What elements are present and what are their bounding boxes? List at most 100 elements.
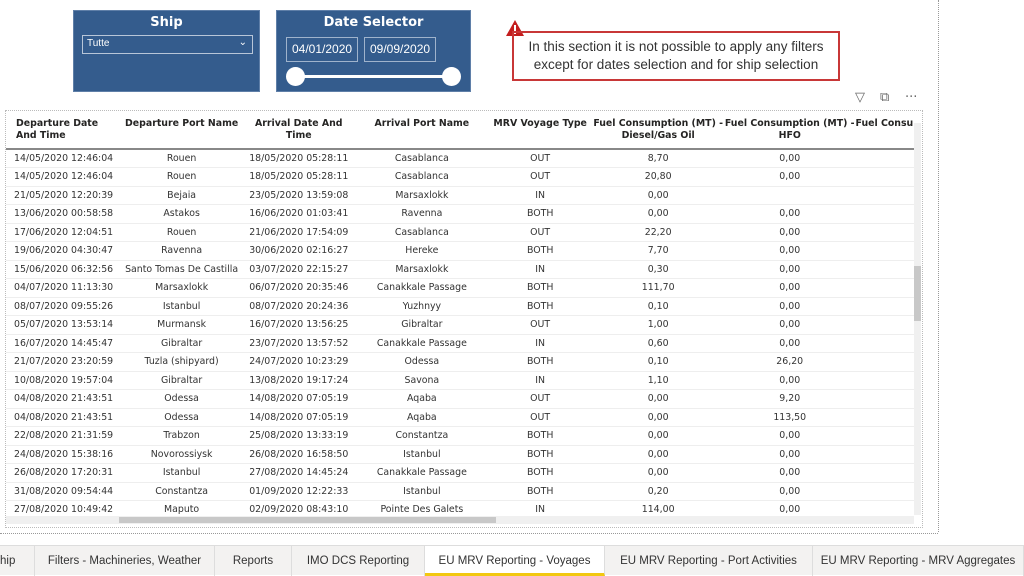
- table-cell: Yuzhnyy: [355, 297, 489, 316]
- table-cell: 0,00: [591, 186, 725, 205]
- table-cell: 21/05/2020 12:20:39: [6, 186, 121, 205]
- table-cell: 0,00: [724, 223, 855, 242]
- table-cell: 17/06/2020 12:04:51: [6, 223, 121, 242]
- table-cell: Murmansk: [120, 315, 243, 335]
- table-cell: 0,00: [724, 167, 855, 187]
- table-cell: 24/07/2020 10:23:29: [242, 352, 356, 372]
- chevron-down-icon: ⌄: [238, 37, 247, 48]
- table-cell: IN: [488, 500, 592, 516]
- vertical-scrollbar[interactable]: [914, 123, 921, 515]
- vertical-scroll-thumb[interactable]: [914, 266, 921, 321]
- column-header[interactable]: Arrival Port Name: [355, 111, 489, 150]
- table-cell: 1,10: [591, 371, 725, 390]
- table-cell: Pointe Des Galets: [355, 500, 489, 516]
- table-cell: Rouen: [120, 149, 243, 168]
- tab-eu-mrv-reporting-voyages[interactable]: EU MRV Reporting - Voyages: [425, 546, 605, 576]
- table-cell: 0,00: [591, 408, 725, 427]
- table-cell: OUT: [488, 149, 592, 168]
- table-cell: 26/08/2020 16:58:50: [242, 445, 356, 464]
- table-cell: OUT: [488, 389, 592, 409]
- table-cell: [854, 204, 914, 224]
- date-slider-start-handle[interactable]: [286, 67, 305, 86]
- tab-filters-machineries-weather[interactable]: Filters - Machineries, Weather: [35, 546, 215, 576]
- voyages-table-visual: Departure Date And Time Departure Port Na…: [5, 110, 923, 528]
- table-cell: 15/06/2020 06:32:56: [6, 260, 121, 279]
- table-cell: BOTH: [488, 445, 592, 464]
- table-cell: Maputo: [120, 500, 243, 516]
- table-cell: Marsaxlokk: [355, 260, 489, 279]
- table-cell: 23/07/2020 13:57:52: [242, 334, 356, 353]
- column-header[interactable]: Arrival Date And Time: [242, 111, 356, 150]
- table-cell: 04/07/2020 11:13:30: [6, 278, 121, 298]
- table-cell: 19/06/2020 04:30:47: [6, 241, 121, 261]
- table-cell: 31/08/2020 09:54:44: [6, 482, 121, 501]
- table-cell: 0,10: [591, 297, 725, 316]
- ship-dropdown[interactable]: Tutte ⌄: [82, 35, 253, 54]
- table-cell: 0,00: [591, 426, 725, 446]
- tab-eu-mrv-reporting-port-activities[interactable]: EU MRV Reporting - Port Activities: [605, 546, 813, 576]
- table-cell: 30/06/2020 02:16:27: [242, 241, 356, 261]
- table-cell: 7,70: [591, 241, 725, 261]
- table-cell: 0,00: [724, 260, 855, 279]
- table-cell: 114,00: [591, 500, 725, 516]
- table-cell: 08/07/2020 20:24:36: [242, 297, 356, 316]
- table-cell: [724, 186, 855, 205]
- table-cell: 0,00: [724, 297, 855, 316]
- more-options-icon[interactable]: ···: [905, 90, 917, 105]
- date-selector: Date Selector 04/01/2020 09/09/2020: [276, 10, 471, 92]
- start-date-input[interactable]: 04/01/2020: [286, 37, 359, 62]
- tab-imo-dcs-reporting[interactable]: IMO DCS Reporting: [292, 546, 425, 576]
- table-cell: Tuzla (shipyard): [120, 352, 243, 372]
- column-header[interactable]: Departure Date And Time: [6, 111, 121, 150]
- tab-eu-mrv-reporting-mrv-aggregates[interactable]: EU MRV Reporting - MRV Aggregates: [813, 546, 1024, 576]
- table-cell: 13/08/2020 19:17:24: [242, 371, 356, 390]
- focus-mode-icon[interactable]: ⧉: [880, 90, 889, 105]
- table-cell: Savona: [355, 371, 489, 390]
- table-cell: 0,00: [724, 149, 855, 168]
- filter-icon[interactable]: ▽: [855, 90, 865, 105]
- table-cell: 23/05/2020 13:59:08: [242, 186, 356, 205]
- table-cell: Istanbul: [355, 482, 489, 501]
- table-cell: [854, 260, 914, 279]
- table-cell: OUT: [488, 223, 592, 242]
- table-cell: 0,00: [591, 204, 725, 224]
- tab-reports[interactable]: Reports: [215, 546, 292, 576]
- table-row: 10/08/2020 19:57:04 Gibraltar 13/08/2020 1…: [6, 371, 914, 390]
- table-row: 21/07/2020 23:20:59 Tuzla (shipyard) 24/07…: [6, 352, 914, 372]
- column-header[interactable]: Fuel Consumption (MT) - HFO: [724, 111, 855, 150]
- horizontal-scrollbar[interactable]: [6, 516, 914, 524]
- column-header[interactable]: MRV Voyage Type: [488, 111, 592, 150]
- table-cell: 0,00: [724, 500, 855, 516]
- table-cell: Istanbul: [120, 297, 243, 316]
- table-cell: Ravenna: [355, 204, 489, 224]
- horizontal-scroll-thumb[interactable]: [119, 517, 496, 523]
- table-cell: [854, 297, 914, 316]
- table-cell: 0,00: [724, 315, 855, 335]
- date-slider-end-handle[interactable]: [442, 67, 461, 86]
- table-cell: 05/07/2020 13:53:14: [6, 315, 121, 335]
- table-cell: 04/08/2020 21:43:51: [6, 408, 121, 427]
- column-header[interactable]: Fuel Consumption (MT) - Diesel/Gas Oil: [591, 111, 725, 150]
- table-cell: Casablanca: [355, 167, 489, 187]
- table-cell: [854, 223, 914, 242]
- table-cell: 1,00: [591, 315, 725, 335]
- table-cell: [854, 278, 914, 298]
- table-cell: 02/09/2020 08:43:10: [242, 500, 356, 516]
- table-cell: [854, 445, 914, 464]
- table-cell: [854, 241, 914, 261]
- table-cell: 0,00: [724, 445, 855, 464]
- table-cell: 0,00: [724, 482, 855, 501]
- table-row: 13/06/2020 00:58:58 Astakos 16/06/2020 01:…: [6, 204, 914, 224]
- table-cell: 06/07/2020 20:35:46: [242, 278, 356, 298]
- table-cell: Constantza: [120, 482, 243, 501]
- table-cell: 01/09/2020 12:22:33: [242, 482, 356, 501]
- table-cell: Constantza: [355, 426, 489, 446]
- table-row: 27/08/2020 10:49:42 Maputo 02/09/2020 08:4…: [6, 500, 914, 516]
- tab-hip[interactable]: hip: [0, 546, 35, 576]
- table-cell: Canakkale Passage: [355, 463, 489, 483]
- table-cell: Odessa: [120, 408, 243, 427]
- column-header[interactable]: Departure Port Name: [120, 111, 243, 150]
- table-cell: 0,00: [591, 463, 725, 483]
- column-header[interactable]: Fuel Consu: [854, 111, 914, 150]
- end-date-input[interactable]: 09/09/2020: [364, 37, 437, 62]
